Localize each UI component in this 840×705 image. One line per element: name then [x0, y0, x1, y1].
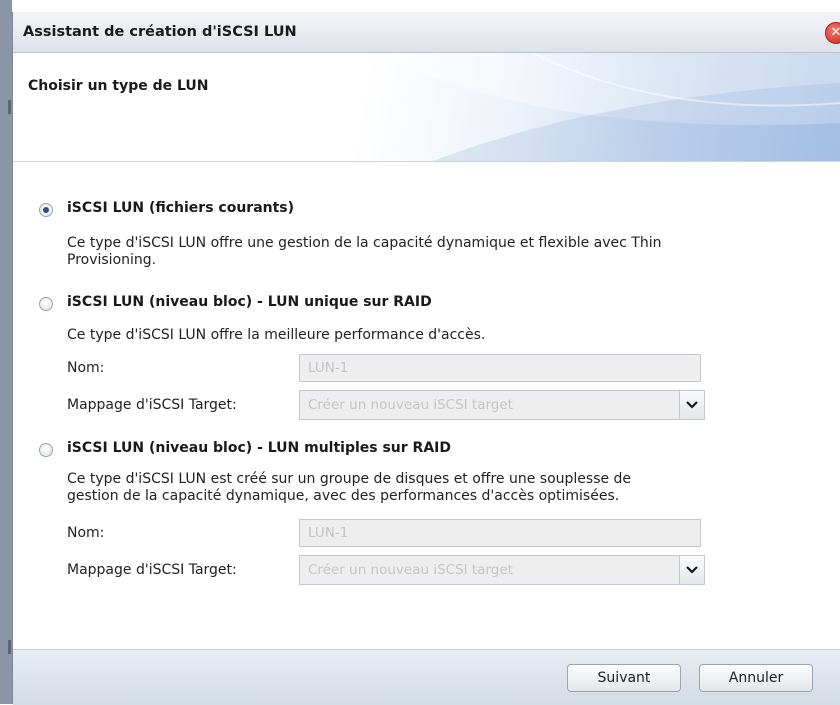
description-line: gestion de la capacité dynamique, avec d…: [67, 488, 620, 504]
multi-lun-name-field[interactable]: LUN-1: [299, 519, 701, 547]
option-block-single-lun-label[interactable]: iSCSI LUN (niveau bloc) - LUN unique sur…: [67, 294, 432, 310]
close-button[interactable]: ✕: [825, 22, 840, 44]
title-bar[interactable]: Assistant de création d'iSCSI LUN ✕: [13, 12, 840, 53]
mapping-label: Mappage d'iSCSI Target:: [67, 397, 237, 413]
radio-block-multi-lun[interactable]: [39, 443, 53, 457]
background-edge-marker: [8, 100, 11, 114]
select-value: Créer un nouveau iSCSI target: [308, 562, 513, 578]
wizard-dialog: Assistant de création d'iSCSI LUN ✕ Choi…: [12, 12, 840, 705]
multi-lun-target-select[interactable]: Créer un nouveau iSCSI target: [299, 555, 705, 585]
single-lun-target-select[interactable]: Créer un nouveau iSCSI target: [299, 390, 705, 420]
background-window-edge: [0, 0, 12, 704]
single-lun-name-field[interactable]: LUN-1: [299, 354, 701, 382]
dropdown-button[interactable]: [679, 391, 704, 419]
name-label: Nom:: [67, 360, 105, 376]
close-icon: ✕: [830, 25, 840, 40]
option-file-lun-label[interactable]: iSCSI LUN (fichiers courants): [67, 200, 294, 216]
description-line: Ce type d'iSCSI LUN offre une gestion de…: [67, 235, 662, 251]
next-button[interactable]: Suivant: [567, 664, 681, 692]
radio-block-single-lun[interactable]: [39, 297, 53, 311]
option-block-multi-lun-description: Ce type d'iSCSI LUN est créé sur un grou…: [67, 471, 827, 505]
step-title: Choisir un type de LUN: [28, 78, 209, 94]
cancel-button[interactable]: Annuler: [699, 664, 813, 692]
name-label: Nom:: [67, 525, 105, 541]
step-header: Choisir un type de LUN: [13, 53, 840, 162]
description-line: Provisioning.: [67, 252, 157, 268]
description-line: Ce type d'iSCSI LUN est créé sur un grou…: [67, 471, 632, 487]
mapping-label: Mappage d'iSCSI Target:: [67, 562, 237, 578]
chevron-down-icon: [686, 401, 698, 409]
option-file-lun-description: Ce type d'iSCSI LUN offre une gestion de…: [67, 235, 827, 269]
chevron-down-icon: [686, 566, 698, 574]
window-title: Assistant de création d'iSCSI LUN: [23, 24, 297, 40]
radio-file-lun[interactable]: [39, 203, 53, 217]
select-value: Créer un nouveau iSCSI target: [308, 397, 513, 413]
description-line: Ce type d'iSCSI LUN offre la meilleure p…: [67, 327, 486, 343]
background-edge-marker: [8, 640, 11, 654]
dialog-footer: Suivant Annuler: [13, 649, 840, 705]
option-block-single-lun-description: Ce type d'iSCSI LUN offre la meilleure p…: [67, 327, 827, 344]
header-wave-decoration: [373, 53, 840, 161]
dropdown-button[interactable]: [679, 556, 704, 584]
option-block-multi-lun-label[interactable]: iSCSI LUN (niveau bloc) - LUN multiples …: [67, 440, 451, 456]
